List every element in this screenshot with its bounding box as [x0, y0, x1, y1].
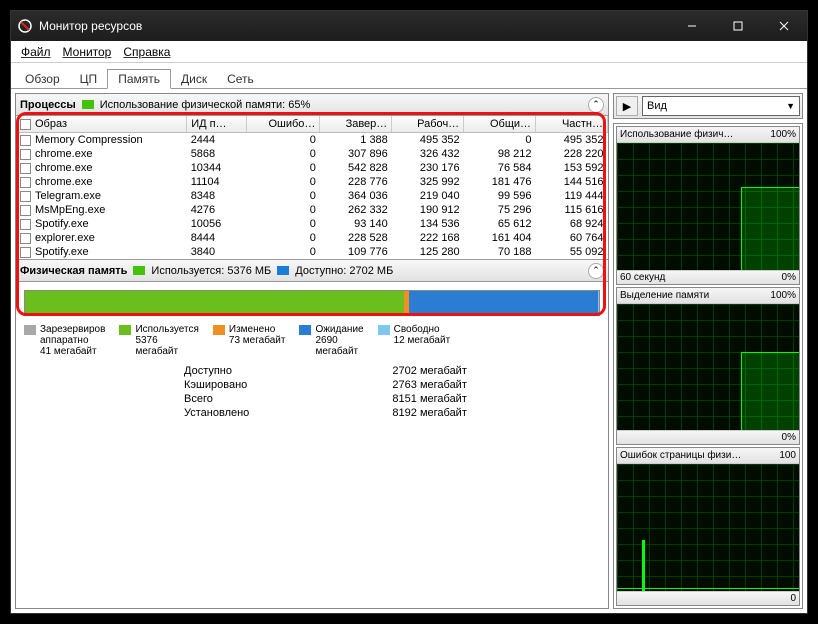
row-checkbox[interactable]: [20, 177, 31, 188]
table-row[interactable]: Spotify.exe 10056093 140 134 53665 61268…: [16, 217, 608, 231]
chart-commit: Выделение памяти100% 0%: [616, 287, 800, 446]
physical-memory-panel: Физическая память Используется: 5376 МБ …: [16, 259, 608, 427]
memory-bar: [24, 290, 600, 316]
menu-monitor[interactable]: Монитор: [57, 45, 118, 59]
select-all-checkbox[interactable]: [20, 119, 31, 130]
phys-header[interactable]: Физическая память Используется: 5376 МБ …: [16, 260, 608, 282]
tab-memory[interactable]: Память: [107, 69, 171, 89]
col-commit[interactable]: Завер…: [320, 116, 392, 133]
table-row[interactable]: Memory Compression 244401 388 495 352049…: [16, 133, 608, 148]
phys-inuse-label: Используется: 5376 МБ: [151, 265, 271, 277]
memory-stats: Доступно2702 мегабайт Кэшировано2763 мег…: [184, 365, 600, 419]
phys-avail-label: Доступно: 2702 МБ: [295, 265, 393, 277]
col-pid[interactable]: ИД п…: [187, 116, 247, 133]
col-ws[interactable]: Рабоч…: [392, 116, 464, 133]
row-checkbox[interactable]: [20, 205, 31, 216]
table-row[interactable]: chrome.exe 103440542 828 230 17676 58415…: [16, 161, 608, 175]
usage-label: Использование физической памяти: 65%: [100, 99, 311, 111]
minimize-button[interactable]: [669, 11, 715, 41]
leg-reserved: Зарезервироваппаратно41 мегабайт: [24, 324, 105, 357]
table-row[interactable]: chrome.exe 58680307 896 326 43298 212228…: [16, 147, 608, 161]
table-row[interactable]: explorer.exe 84440228 528 222 168161 404…: [16, 231, 608, 245]
row-checkbox[interactable]: [20, 191, 31, 202]
tab-disk[interactable]: Диск: [171, 70, 217, 88]
collapse-side-button[interactable]: ▶: [616, 96, 638, 116]
tab-cpu[interactable]: ЦП: [70, 70, 108, 88]
phys-title: Физическая память: [20, 265, 127, 277]
row-checkbox[interactable]: [20, 163, 31, 174]
col-shareable[interactable]: Общи…: [464, 116, 536, 133]
maximize-button[interactable]: [715, 11, 761, 41]
row-checkbox[interactable]: [20, 247, 31, 258]
row-checkbox[interactable]: [20, 135, 31, 146]
bar-free: [598, 291, 599, 315]
menu-file[interactable]: Файл: [15, 45, 57, 59]
bar-in-use: [25, 291, 404, 315]
table-row[interactable]: Spotify.exe 38400109 776 125 28070 18855…: [16, 245, 608, 259]
col-private[interactable]: Частн…: [536, 116, 608, 133]
processes-panel: Процессы Использование физической памяти…: [16, 94, 608, 259]
leg-free: Свободно12 мегабайт: [378, 324, 451, 357]
side-column: ▶ Вид▼ Использование физич…100% 60 секун…: [613, 93, 803, 609]
window-title: Монитор ресурсов: [39, 19, 669, 33]
app-icon: [17, 18, 33, 34]
processes-header[interactable]: Процессы Использование физической памяти…: [16, 94, 608, 116]
leg-modified: Изменено73 мегабайт: [213, 324, 286, 357]
menubar: Файл Монитор Справка: [11, 41, 807, 63]
phys-inuse-icon: [133, 266, 145, 275]
bar-standby: [409, 291, 598, 315]
phys-avail-icon: [277, 266, 289, 275]
chevron-down-icon: ▼: [786, 101, 795, 111]
close-button[interactable]: [761, 11, 807, 41]
memory-legend: Зарезервироваппаратно41 мегабайт Использ…: [24, 324, 600, 357]
table-row[interactable]: Telegram.exe 83480364 036 219 04099 5961…: [16, 189, 608, 203]
menu-help[interactable]: Справка: [117, 45, 176, 59]
chart-page-faults: Ошибок страницы физи…100 0: [616, 447, 800, 606]
tab-network[interactable]: Сеть: [217, 70, 264, 88]
leg-standby: Ожидание2690 мегабайт: [299, 324, 363, 357]
row-checkbox[interactable]: [20, 149, 31, 160]
col-faults[interactable]: Ошибо…: [247, 116, 320, 133]
collapse-processes-button[interactable]: ⌃: [588, 97, 604, 113]
collapse-phys-button[interactable]: ⌃: [588, 263, 604, 279]
main-column: Процессы Использование физической памяти…: [15, 93, 609, 609]
row-checkbox[interactable]: [20, 219, 31, 230]
chart-phys-usage: Использование физич…100% 60 секунд0%: [616, 126, 800, 285]
row-checkbox[interactable]: [20, 233, 31, 244]
tab-overview[interactable]: Обзор: [15, 70, 70, 88]
leg-in-use: Используется5376 мегабайт: [119, 324, 198, 357]
processes-table: Образ ИД п… Ошибо… Завер… Рабоч… Общи… Ч…: [16, 116, 608, 259]
table-row[interactable]: chrome.exe 111040228 776 325 992181 4761…: [16, 175, 608, 189]
titlebar: Монитор ресурсов: [11, 11, 807, 41]
side-toolbar: ▶ Вид▼: [613, 93, 803, 119]
col-image[interactable]: Образ: [16, 116, 187, 133]
resource-monitor-window: Монитор ресурсов Файл Монитор Справка Об…: [10, 10, 808, 614]
usage-indicator-icon: [82, 100, 94, 109]
processes-title: Процессы: [20, 99, 76, 111]
view-dropdown[interactable]: Вид▼: [642, 96, 800, 116]
table-row[interactable]: MsMpEng.exe 42760262 332 190 91275 29611…: [16, 203, 608, 217]
tabbar: Обзор ЦП Память Диск Сеть: [11, 63, 807, 89]
